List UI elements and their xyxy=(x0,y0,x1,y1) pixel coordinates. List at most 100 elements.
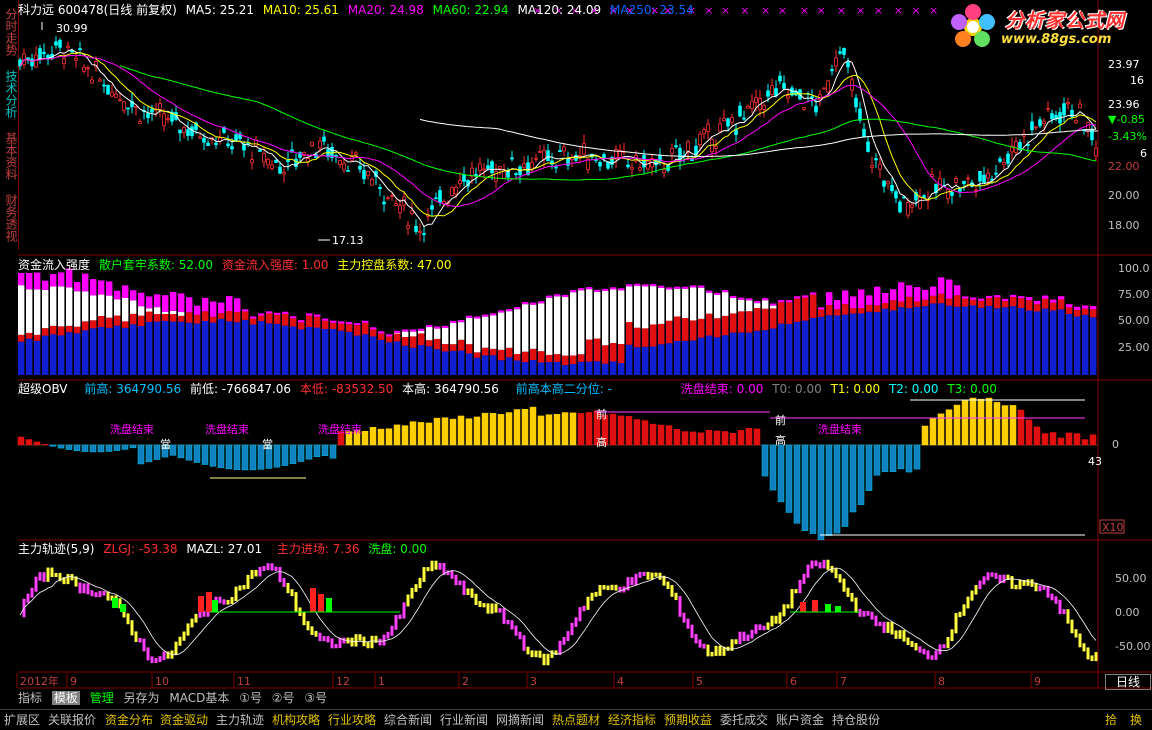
fund-bar-white xyxy=(426,327,433,341)
track-bar xyxy=(50,567,54,578)
candle-body xyxy=(202,137,206,143)
track-bar xyxy=(378,638,382,646)
fund-bar-magenta xyxy=(906,285,913,297)
macd-basic-button[interactable]: MACD基本 xyxy=(169,691,229,705)
fund-bar-red xyxy=(98,316,105,327)
track-bar xyxy=(370,635,374,649)
manage-button[interactable]: 管理 xyxy=(90,691,114,705)
fund-bar-blue xyxy=(194,323,201,375)
track-bar xyxy=(846,587,850,597)
fund-bar-magenta xyxy=(978,298,985,301)
tab-institution-strategy[interactable]: 机构攻略 xyxy=(270,711,322,729)
save-as-button[interactable]: 另存为 xyxy=(124,691,160,705)
tab-industry-news[interactable]: 行业新闻 xyxy=(438,711,490,729)
candle-body xyxy=(58,39,62,48)
fund-bar-blue xyxy=(706,335,713,375)
tab-hot-topics[interactable]: 热点题材 xyxy=(550,711,602,729)
tab-web-news[interactable]: 网摘新闻 xyxy=(494,711,546,729)
template-button[interactable]: 模板 xyxy=(51,691,80,705)
fund-bar-red xyxy=(794,298,801,322)
tab-related-quotes[interactable]: 关联报价 xyxy=(46,711,98,729)
fund-bar-magenta xyxy=(498,310,505,313)
obv-bar xyxy=(697,432,705,446)
tab-account-funds[interactable]: 账户资金 xyxy=(774,711,826,729)
slot2-button[interactable]: ②号 xyxy=(272,691,295,705)
track-bar xyxy=(190,618,194,628)
track-bar xyxy=(806,564,810,578)
fund-bar-red xyxy=(906,296,913,309)
candle-body xyxy=(854,97,858,108)
fund-bar-white xyxy=(418,330,425,334)
fund-bar-magenta xyxy=(58,272,65,287)
slot1-button[interactable]: ①号 xyxy=(239,691,262,705)
tab-main-track[interactable]: 主力轨迹 xyxy=(214,711,266,729)
tab-fund-drive[interactable]: 资金驱动 xyxy=(158,711,210,729)
fund-bar-blue xyxy=(178,321,185,375)
track-bar xyxy=(354,634,358,647)
obv-bar xyxy=(745,427,753,446)
fund-bar-magenta xyxy=(986,295,993,299)
fund-bar-magenta xyxy=(466,315,473,318)
fund-bar-blue xyxy=(610,361,617,375)
fund-bar-red xyxy=(994,297,1001,309)
xaxis-label: 3 xyxy=(530,675,537,688)
candle-body xyxy=(946,188,950,200)
tab-extend[interactable]: 扩展区 xyxy=(2,711,42,729)
prev-low: 前低: -766847.06 xyxy=(189,382,292,396)
candle-body xyxy=(782,82,786,89)
candle-body xyxy=(898,201,902,213)
ma5-label: MA5: 25.21 xyxy=(185,3,255,17)
switch-button[interactable]: 换 xyxy=(1128,711,1144,729)
candle-body xyxy=(1006,153,1010,164)
fund-bar-white xyxy=(746,300,753,312)
fund-bar-white xyxy=(162,312,169,314)
obv-bar xyxy=(1073,433,1081,446)
candle-body xyxy=(118,99,122,102)
tab-orders[interactable]: 委托成交 xyxy=(718,711,770,729)
kline-chart[interactable]: × × × × × × × × × × × × × × × × × × × × × ×30.9917.1323.97162… xyxy=(0,0,1152,690)
fund-bar-red xyxy=(106,317,113,328)
tab-fund-distribution[interactable]: 资金分布 xyxy=(103,711,155,729)
tab-economic-indicators[interactable]: 经济指标 xyxy=(606,711,658,729)
track-bar xyxy=(250,569,254,579)
candle-body xyxy=(774,88,778,97)
track-bar xyxy=(1062,609,1066,615)
fund-bar-magenta xyxy=(834,300,841,310)
period-label[interactable]: 日线 xyxy=(1105,674,1151,690)
xaxis-label: 9 xyxy=(70,675,77,688)
fund-bar-red xyxy=(66,325,73,333)
pickup-button[interactable]: 拾 xyxy=(1103,711,1119,729)
tab-positions[interactable]: 持仓股份 xyxy=(830,711,882,729)
candle-body xyxy=(206,142,210,146)
obv-bar xyxy=(553,414,561,446)
fund-bar-blue xyxy=(18,341,25,375)
fund-bar-red xyxy=(210,316,217,323)
fund-bar-blue xyxy=(538,362,545,375)
candle-body xyxy=(1066,102,1070,105)
tab-industry-strategy[interactable]: 行业攻略 xyxy=(326,711,378,729)
track-bar xyxy=(718,645,722,656)
fund-bar-blue xyxy=(234,322,241,375)
track-bar xyxy=(958,611,962,618)
fund-bar-magenta xyxy=(730,295,737,299)
track-bar xyxy=(66,574,70,585)
track-bar xyxy=(498,608,502,613)
slot3-button[interactable]: ③号 xyxy=(304,691,327,705)
fund-bar-magenta xyxy=(330,320,337,323)
candle-body xyxy=(198,136,202,139)
candle-body xyxy=(54,41,58,46)
candle-body xyxy=(702,129,706,135)
fund-bar-blue xyxy=(458,350,465,375)
candle-body xyxy=(318,140,322,149)
tab-general-news[interactable]: 综合新闻 xyxy=(382,711,434,729)
track-bar xyxy=(478,600,482,608)
obv-bar xyxy=(385,428,393,446)
fund-bar-magenta xyxy=(450,320,457,324)
candle-body xyxy=(910,204,914,208)
fund-bar-magenta xyxy=(954,285,961,296)
fund-bar-red xyxy=(618,344,625,364)
track-bar xyxy=(854,597,858,613)
indicator-button[interactable]: 指标 xyxy=(18,691,42,705)
tab-expected-return[interactable]: 预期收益 xyxy=(662,711,714,729)
candle-body xyxy=(730,117,734,123)
